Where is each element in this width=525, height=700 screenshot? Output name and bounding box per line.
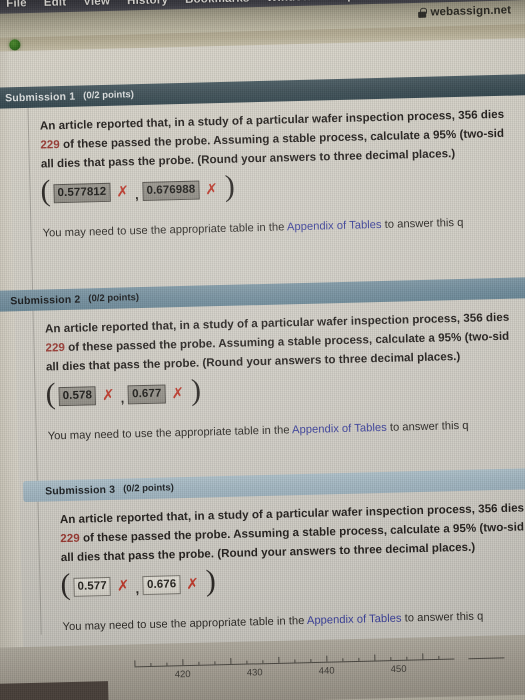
submission-3-answer-lower[interactable]: 0.577	[73, 576, 112, 597]
submission-1-title: Submission 1	[5, 90, 76, 104]
appendix-of-tables-link[interactable]: Appendix of Tables	[287, 219, 382, 233]
question-count-value: 229	[45, 340, 66, 355]
submission-block-1: Submission 1 (0/2 points) An article rep…	[0, 73, 525, 241]
submission-1-body: An article reported that, in a study of …	[0, 95, 525, 241]
answer-separator: ,	[135, 580, 140, 596]
webassign-page: Submission 1 (0/2 points) An article rep…	[0, 37, 525, 652]
submission-3-points: (0/2 points)	[123, 482, 174, 495]
submission-2-title: Submission 2	[10, 293, 81, 307]
answer-separator: ,	[120, 390, 125, 406]
submission-1-points: (0/2 points)	[83, 89, 135, 102]
menu-item-help[interactable]: Help	[329, 0, 355, 3]
address-bar[interactable]: webassign.net	[418, 4, 511, 18]
submission-3-answer-upper[interactable]: 0.676	[142, 574, 181, 595]
submission-2-points: (0/2 points)	[88, 292, 140, 305]
appendix-of-tables-link[interactable]: Appendix of Tables	[292, 422, 387, 436]
ruler-label-430: 430	[246, 667, 263, 679]
menu-item-edit[interactable]: Edit	[44, 0, 67, 9]
hint-text-after: to answer this q	[381, 216, 464, 231]
submission-3-hint: You may need to use the appropriate tabl…	[0, 608, 525, 634]
question-count-value: 229	[40, 138, 60, 152]
submission-block-3: Submission 3 (0/2 points) An article rep…	[0, 467, 525, 635]
incorrect-mark-icon: ✗	[116, 575, 130, 595]
menu-item-history[interactable]: History	[127, 0, 168, 7]
incorrect-mark-icon: ✗	[186, 574, 200, 593]
submission-block-2: Submission 2 (0/2 points) An article rep…	[0, 276, 525, 444]
ruler-label-450: 450	[390, 663, 407, 676]
ruler: 420 430 440 450	[134, 653, 505, 688]
close-paren: )	[224, 169, 236, 203]
desk-shadow	[0, 681, 109, 700]
submission-1-hint: You may need to use the appropriate tabl…	[0, 215, 525, 241]
incorrect-mark-icon: ✗	[171, 383, 185, 402]
submission-1-answer-lower[interactable]: 0.577812	[53, 182, 111, 203]
menu-item-bookmarks[interactable]: Bookmarks	[185, 0, 250, 6]
menu-item-window[interactable]: Window	[266, 0, 311, 4]
submission-3-body: An article reported that, in a study of …	[0, 489, 525, 635]
incorrect-mark-icon: ✗	[205, 179, 219, 198]
answer-separator: ,	[134, 186, 139, 202]
url-text: webassign.net	[430, 4, 512, 19]
open-paren: (	[60, 567, 71, 602]
close-paren: )	[190, 373, 202, 407]
close-paren: )	[205, 564, 217, 598]
appendix-of-tables-link[interactable]: Appendix of Tables	[307, 613, 402, 627]
hint-text-after: to answer this q	[401, 610, 484, 625]
incorrect-mark-icon: ✗	[116, 181, 130, 201]
menu-item-file[interactable]: File	[6, 0, 27, 10]
ruler-baseline-right	[468, 657, 505, 660]
camera-indicator-icon	[9, 39, 21, 51]
hint-text-before: You may need to use the appropriate tabl…	[62, 614, 308, 634]
submission-3-title: Submission 3	[44, 483, 116, 498]
submission-2-answer-lower[interactable]: 0.578	[58, 385, 97, 406]
incorrect-mark-icon: ✗	[101, 385, 115, 404]
open-paren: (	[45, 377, 57, 411]
question-count-value: 229	[60, 531, 80, 546]
submission-2-hint: You may need to use the appropriate tabl…	[0, 418, 525, 444]
ruler-label-440: 440	[318, 665, 335, 677]
submission-2-body: An article reported that, in a study of …	[0, 298, 525, 444]
hint-text-before: You may need to use the appropriate tabl…	[42, 221, 288, 240]
lock-icon	[418, 8, 426, 18]
submission-2-answer-upper[interactable]: 0.677	[127, 383, 166, 404]
screen-photo: File Edit View History Bookmarks Window …	[0, 0, 525, 700]
hint-text-after: to answer this q	[386, 419, 469, 434]
open-paren: (	[40, 174, 51, 208]
hint-text-before: You may need to use the appropriate tabl…	[47, 424, 293, 443]
submission-1-answer-upper[interactable]: 0.676988	[142, 180, 200, 201]
menu-item-view[interactable]: View	[83, 0, 110, 8]
ruler-label-420: 420	[174, 669, 191, 681]
